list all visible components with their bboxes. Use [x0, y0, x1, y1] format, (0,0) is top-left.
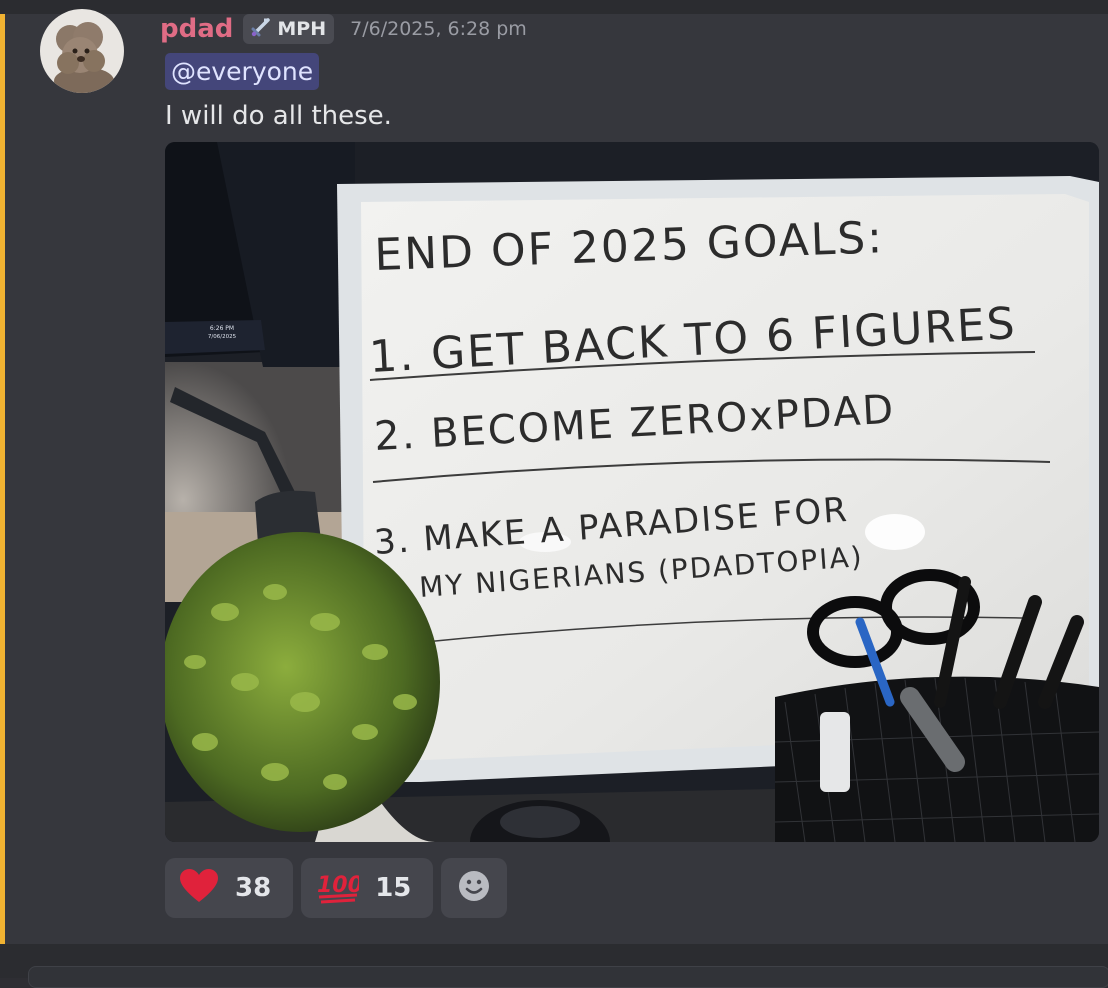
- reaction-count: 38: [235, 873, 272, 903]
- hundred-points-icon: 100: [315, 868, 363, 908]
- reaction-heart[interactable]: 38: [165, 858, 294, 918]
- image-attachment[interactable]: 6:26 PM 7/06/2025 END OF 2025 GOALS: 1. …: [165, 142, 1099, 842]
- smiley-add-icon: [457, 869, 491, 907]
- role-tag[interactable]: MPH: [243, 14, 335, 44]
- reactions-bar: 38 100 15: [165, 858, 508, 918]
- role-tag-label: MPH: [277, 18, 327, 40]
- reaction-count: 15: [375, 873, 412, 903]
- reaction-hundred[interactable]: 100 15: [301, 858, 434, 918]
- heart-icon: [179, 868, 219, 908]
- add-reaction-button[interactable]: [441, 858, 508, 918]
- monitor-clock-time: 6:26 PM: [210, 325, 234, 332]
- message-composer[interactable]: [28, 966, 1108, 988]
- mention-everyone[interactable]: @everyone: [165, 53, 320, 90]
- monitor-clock-date: 7/06/2025: [208, 334, 237, 340]
- timestamp[interactable]: 7/6/2025, 6:28 pm: [350, 18, 527, 40]
- message-header: pdad MPH 7/6/2025, 6:28 pm: [160, 13, 527, 45]
- message-text: I will do all these.: [165, 101, 392, 131]
- username[interactable]: pdad: [160, 14, 233, 44]
- previous-message-edge: [0, 0, 1108, 14]
- sword-icon: [249, 15, 273, 43]
- avatar[interactable]: [40, 9, 124, 93]
